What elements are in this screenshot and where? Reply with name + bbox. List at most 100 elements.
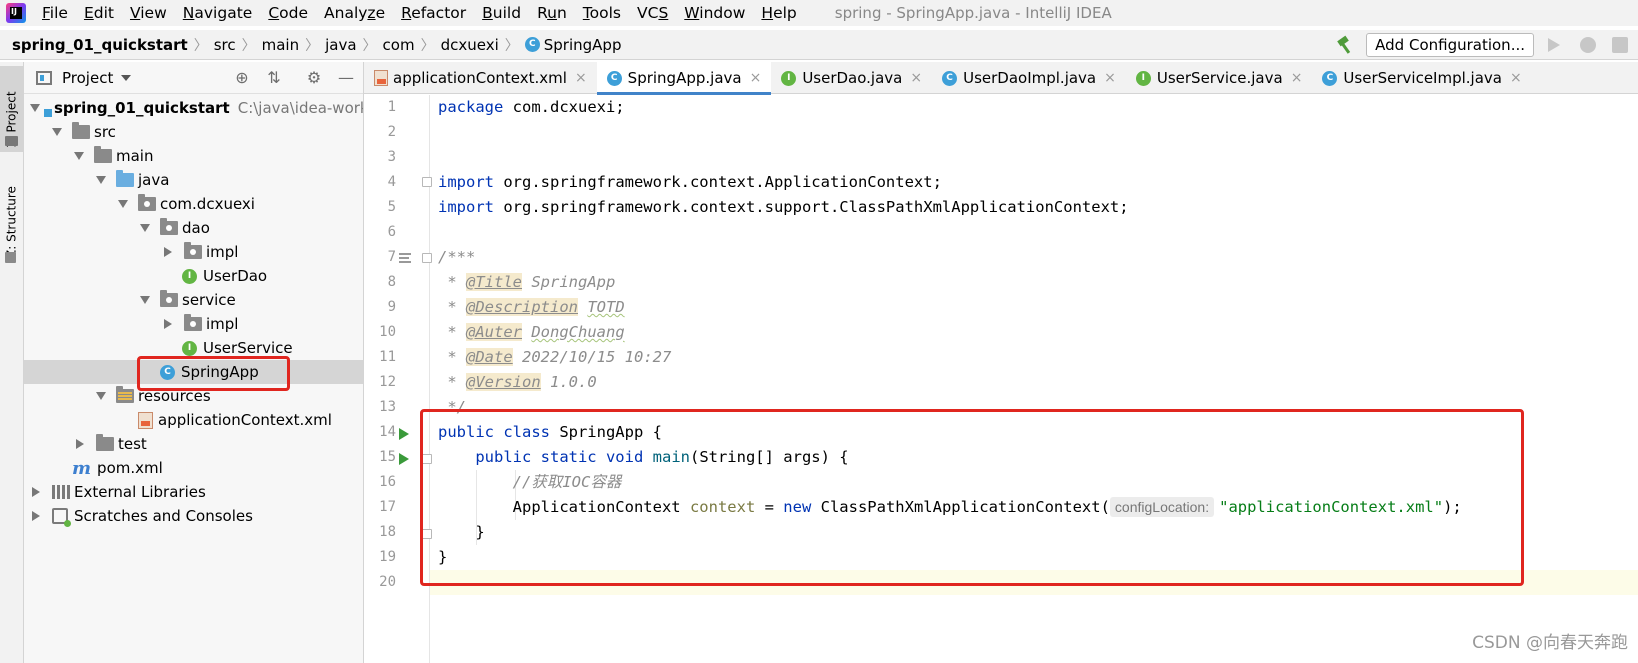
menu-file[interactable]: File <box>34 0 76 26</box>
project-panel-title[interactable]: Project <box>62 69 113 87</box>
gear-icon[interactable]: ⚙ <box>305 69 323 87</box>
collapsed-arrow-icon[interactable] <box>164 247 172 257</box>
menu-code[interactable]: Code <box>260 0 316 26</box>
breadcrumb-item[interactable]: com <box>383 36 417 54</box>
expanded-arrow-icon[interactable] <box>140 296 150 304</box>
tree-item[interactable]: java <box>24 168 363 192</box>
tree-item[interactable]: test <box>24 432 363 456</box>
menu-view[interactable]: View <box>122 0 175 26</box>
tree-item[interactable]: com.dcxuexi <box>24 192 363 216</box>
rendered-doc-icon[interactable] <box>399 253 411 263</box>
add-configuration-button[interactable]: Add Configuration... <box>1366 33 1534 57</box>
collapsed-arrow-icon[interactable] <box>32 487 40 497</box>
locate-icon[interactable]: ⊕ <box>233 69 251 87</box>
run-main-icon[interactable] <box>399 453 409 465</box>
tree-item-label: main <box>116 147 154 165</box>
menu-vcs[interactable]: VCS <box>629 0 676 26</box>
structure-tool-button[interactable]: Z: Structure <box>0 170 23 262</box>
tree-item[interactable]: main <box>24 144 363 168</box>
editor-tab[interactable]: I UserService.java × <box>1126 62 1313 94</box>
code-line-13: */ <box>438 398 466 416</box>
tree-item-label: java <box>138 171 170 189</box>
code-line-7: /*** <box>438 248 476 266</box>
expanded-arrow-icon[interactable] <box>30 104 40 112</box>
tree-item[interactable]: service <box>24 288 363 312</box>
menu-build[interactable]: Build <box>474 0 529 26</box>
tree-item-label: dao <box>182 219 210 237</box>
build-hammer-icon[interactable] <box>1336 36 1354 54</box>
hide-icon[interactable]: — <box>337 69 355 87</box>
tree-item[interactable]: spring_01_quickstart C:\java\idea-worksp <box>24 96 363 120</box>
tree-item[interactable]: External Libraries <box>24 480 363 504</box>
close-icon[interactable]: × <box>910 70 922 86</box>
tree-item[interactable]: impl <box>24 312 363 336</box>
expanded-arrow-icon[interactable] <box>140 224 150 232</box>
line-number: 9 <box>387 299 396 315</box>
close-icon[interactable]: × <box>575 70 587 86</box>
editor-tab[interactable]: C UserServiceImpl.java × <box>1312 62 1531 94</box>
tree-item[interactable]: src <box>24 120 363 144</box>
package-icon <box>184 242 202 259</box>
collapsed-arrow-icon[interactable] <box>76 439 84 449</box>
breadcrumb-item[interactable]: src <box>214 36 238 54</box>
editor-tab[interactable]: C SpringApp.java × <box>596 62 772 95</box>
close-icon[interactable]: × <box>1104 70 1116 86</box>
breadcrumb-item[interactable]: spring_01_quickstart <box>0 36 190 54</box>
code-area[interactable]: package com.dcxuexi; import org.springfr… <box>430 95 1638 595</box>
resources-folder-icon <box>116 386 134 403</box>
expanded-arrow-icon[interactable] <box>96 176 106 184</box>
code-line-11: * @Date 2022/10/15 10:27 <box>438 348 672 366</box>
menu-tools[interactable]: Tools <box>575 0 629 26</box>
expanded-arrow-icon[interactable] <box>52 128 62 136</box>
close-icon[interactable]: × <box>750 70 762 86</box>
collapsed-arrow-icon[interactable] <box>164 319 172 329</box>
editor-tab[interactable]: C UserDaoImpl.java × <box>932 62 1126 94</box>
menu-window[interactable]: Window <box>676 0 753 26</box>
coverage-icon[interactable] <box>1612 37 1628 53</box>
fold-icon[interactable] <box>422 454 432 464</box>
collapse-all-icon[interactable]: ⇅ <box>265 69 283 87</box>
editor-tab[interactable]: applicationContext.xml × <box>364 62 597 94</box>
expanded-arrow-icon[interactable] <box>118 200 128 208</box>
menu-edit[interactable]: Edit <box>76 0 122 26</box>
breadcrumb-item[interactable]: C SpringApp <box>524 36 624 54</box>
breadcrumb-item[interactable]: dcxuexi <box>441 36 501 54</box>
menu-bar: IJ File Edit View Navigate Code Analyze Refact… <box>0 0 1638 26</box>
menu-items: File Edit View Navigate Code Analyze Refactor B… <box>34 0 805 26</box>
menu-analyze[interactable]: Analyze <box>316 0 393 26</box>
line-number: 11 <box>379 349 396 365</box>
tree-item-label: UserService <box>203 339 293 357</box>
tree-item[interactable]: Scratches and Consoles <box>24 504 363 528</box>
menu-help[interactable]: Help <box>753 0 804 26</box>
breadcrumb-item[interactable]: java <box>325 36 358 54</box>
expanded-arrow-icon[interactable] <box>74 152 84 160</box>
tree-item[interactable]: m pom.xml <box>24 456 363 480</box>
tree-item[interactable]: impl <box>24 240 363 264</box>
editor-tab[interactable]: I UserDao.java × <box>771 62 932 94</box>
tree-item[interactable]: dao <box>24 216 363 240</box>
run-icon[interactable] <box>1548 38 1560 52</box>
tree-item[interactable]: I UserService <box>24 336 363 360</box>
fold-icon[interactable] <box>422 177 432 187</box>
collapsed-arrow-icon[interactable] <box>32 511 40 521</box>
code-editor[interactable]: 1 2 3 4 5 6 7 8 9 10 11 12 13 14 15 16 17 18 19 20 package … <box>364 95 1638 663</box>
run-class-icon[interactable] <box>399 428 409 440</box>
breadcrumb-item[interactable]: main <box>262 36 301 54</box>
fold-icon[interactable] <box>422 529 432 539</box>
menu-refactor[interactable]: Refactor <box>393 0 474 26</box>
expanded-arrow-icon[interactable] <box>96 392 106 400</box>
fold-icon[interactable] <box>422 253 432 263</box>
debug-icon[interactable] <box>1580 37 1596 53</box>
menu-run[interactable]: Run <box>529 0 575 26</box>
view-dropdown-icon[interactable] <box>121 74 132 81</box>
close-icon[interactable]: × <box>1510 70 1522 86</box>
tree-item[interactable]: C SpringApp <box>24 360 363 384</box>
tree-item[interactable]: applicationContext.xml <box>24 408 363 432</box>
tree-item-label: SpringApp <box>181 363 259 381</box>
editor-gutter: 1 2 3 4 5 6 7 8 9 10 11 12 13 14 15 16 17 18 19 20 <box>364 95 432 663</box>
close-icon[interactable]: × <box>1291 70 1303 86</box>
tree-item[interactable]: resources <box>24 384 363 408</box>
tree-item[interactable]: I UserDao <box>24 264 363 288</box>
editor-tabs: applicationContext.xml × C SpringApp.java × I… <box>364 62 1638 95</box>
menu-navigate[interactable]: Navigate <box>175 0 261 26</box>
